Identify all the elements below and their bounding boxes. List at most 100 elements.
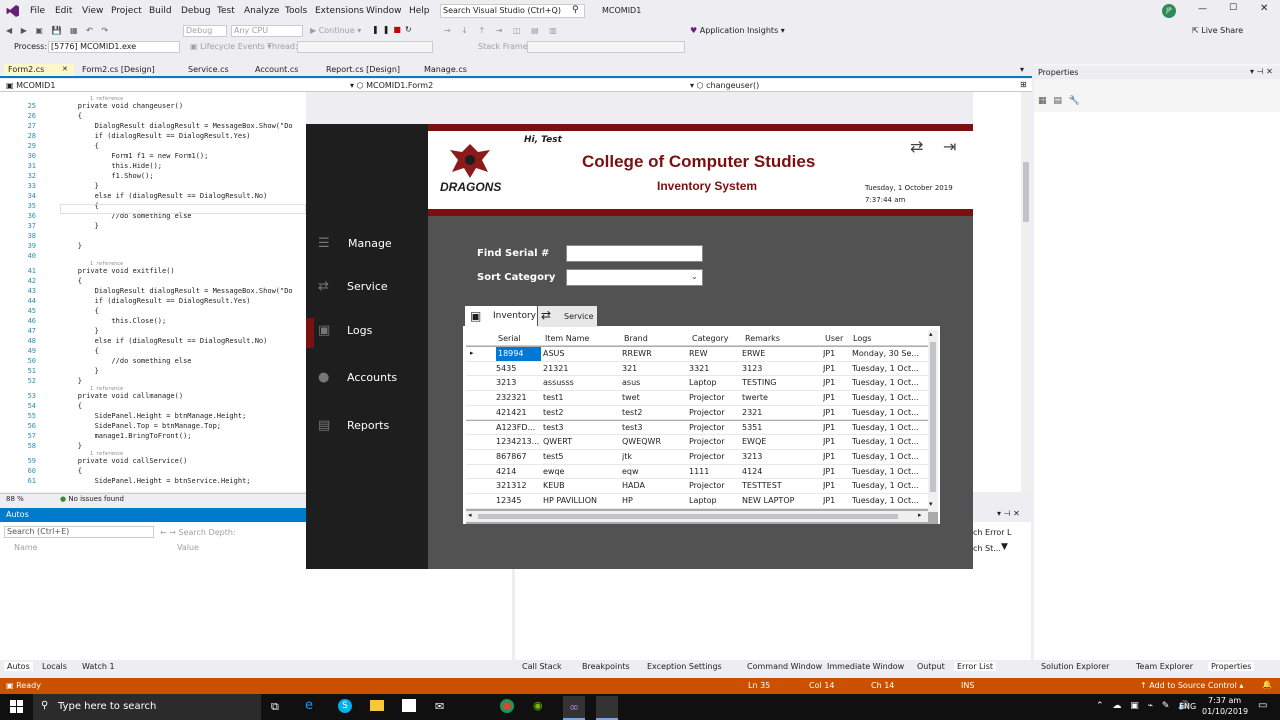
menu-file[interactable]: File [30, 6, 45, 16]
code-line[interactable]: if (dialogResult == DialogResult.Yes) [44, 131, 251, 141]
menu-build[interactable]: Build [149, 6, 172, 16]
clock-time[interactable]: 7:37 am [1208, 696, 1241, 705]
doc-tab-5[interactable]: Manage.cs [420, 64, 490, 76]
process-select[interactable]: [5776] MCOMID1.exe [48, 41, 180, 53]
code-line[interactable]: } [44, 326, 99, 336]
code-line[interactable]: private void callService() [44, 456, 188, 466]
lifecycle-events-button[interactable]: ▣ Lifecycle Events ▾ [190, 42, 271, 51]
properties-controls[interactable]: ▾ ⊣ ✕ [1250, 67, 1273, 76]
doc-tab-2[interactable]: Service.cs [184, 64, 246, 76]
platform-select[interactable]: Any CPU [231, 25, 303, 37]
bottom-tab-call-stack[interactable]: Call Stack [519, 662, 565, 671]
table-row[interactable]: ▸ 18994 ASUS RREWR REW ERWE JP1 Monday, 30 Se..… [466, 347, 930, 362]
tab-service[interactable]: ⇄ Service [538, 306, 597, 327]
code-line[interactable]: private void callmanage() [44, 391, 183, 401]
app-window-icon[interactable] [596, 696, 618, 720]
code-line[interactable]: { [44, 141, 99, 151]
bottom-tab-team-explorer[interactable]: Team Explorer [1133, 662, 1196, 671]
clock-date[interactable]: 01/10/2019 [1202, 707, 1248, 716]
code-line[interactable]: } [44, 366, 99, 376]
scroll-right-icon[interactable]: ▸ [918, 511, 922, 519]
autos-search-input[interactable]: Search (Ctrl+E) [4, 526, 154, 538]
app-insights-button[interactable]: ♥ Application Insights ▾ [690, 26, 785, 35]
grid-col-brand[interactable]: Brand [624, 334, 648, 343]
skype-icon[interactable]: S [338, 699, 352, 713]
bottom-tab-watch-1[interactable]: Watch 1 [79, 662, 118, 671]
find-serial-input[interactable] [566, 245, 703, 262]
code-line[interactable]: else if (dialogResult == DialogResult.No… [44, 336, 268, 346]
grid-col-remarks[interactable]: Remarks [745, 334, 780, 343]
menu-window[interactable]: Window [366, 6, 402, 16]
code-line[interactable]: } [44, 441, 82, 451]
scroll-down-icon[interactable]: ▾ [929, 500, 933, 508]
table-row[interactable]: 4214 ewqe eqw 1111 4124 JP1 Tuesday, 1 Oct... [466, 464, 930, 480]
scroll-thumb[interactable] [1023, 162, 1029, 222]
code-line[interactable]: Form1 f1 = new Form1(); [44, 151, 208, 161]
error-search-partial[interactable]: ch Error L [973, 528, 1012, 537]
mail-icon[interactable]: ✉ [435, 700, 444, 713]
table-row[interactable]: 12345 HP PAVILLION HP Laptop NEW LAPTOP JP1 Tu… [466, 494, 930, 509]
taskbar-search-box[interactable]: ⚲ Type here to search [33, 694, 261, 720]
doc-tab-1[interactable]: Form2.cs [Design] [78, 64, 178, 76]
table-row[interactable]: 232321 test1 twet Projector twerte JP1 Tuesday… [466, 391, 930, 406]
store-icon[interactable] [402, 699, 416, 712]
bottom-tab-immediate-window[interactable]: Immediate Window [824, 662, 907, 671]
table-row[interactable]: 421421 test2 test2 Projector 2321 JP1 Tuesday,… [466, 405, 930, 421]
sort-category-select[interactable]: ⌄ [566, 269, 703, 286]
code-line[interactable]: } [44, 241, 82, 251]
menu-analyze[interactable]: Analyze [244, 6, 279, 16]
code-line[interactable]: private void changeuser() [44, 101, 183, 111]
step-icons[interactable]: → ↓ ↑ ⇥ ◫ ▤ ▥ [444, 26, 561, 35]
restart-icon[interactable]: ↻ [405, 25, 416, 34]
stop-icon[interactable]: ■ [393, 25, 405, 34]
grid-hscroll-thumb[interactable] [478, 514, 898, 519]
nav-accounts[interactable]: ● Accounts [318, 370, 426, 386]
sort-dropdown-arrow[interactable]: ⌄ [691, 272, 698, 281]
scroll-up-icon[interactable]: ▴ [929, 330, 933, 338]
code-line[interactable]: { [44, 276, 82, 286]
language-indicator[interactable]: ENG [1179, 702, 1196, 711]
source-control-button[interactable]: ↑ Add to Source Control ▴ [1140, 681, 1243, 690]
filter-icon[interactable]: ▼ [1001, 542, 1008, 552]
code-line[interactable]: DialogResult dialogResult = MessageBox.S… [44, 121, 293, 131]
menu-debug[interactable]: Debug [181, 6, 211, 16]
doc-tab-4[interactable]: Report.cs [Design] [322, 64, 414, 76]
search-input[interactable]: Search Visual Studio (Ctrl+Q) [440, 4, 585, 18]
grid-col-serial[interactable]: Serial [498, 334, 521, 343]
nvidia-icon[interactable]: ◉ [533, 699, 543, 712]
bottom-tab-breakpoints[interactable]: Breakpoints [579, 662, 633, 671]
code-line[interactable]: //do something else [44, 356, 191, 366]
code-line[interactable]: f1.Show(); [44, 171, 153, 181]
continue-button[interactable]: ▶ Continue ▾ [310, 26, 361, 35]
thread-select[interactable] [297, 41, 433, 53]
split-icon[interactable]: ⊞ [1020, 80, 1027, 89]
code-line[interactable]: private void exitfile() [44, 266, 175, 276]
code-line[interactable]: if (dialogResult == DialogResult.Yes) [44, 296, 251, 306]
maximize-icon[interactable]: ☐ [1229, 3, 1237, 13]
grid-col-item-name[interactable]: Item Name [545, 334, 589, 343]
zoom-level[interactable]: 88 % [6, 495, 24, 503]
tab-close-icon[interactable]: ✕ [62, 65, 68, 73]
chrome-icon[interactable] [500, 699, 514, 713]
menu-edit[interactable]: Edit [55, 6, 72, 16]
menu-help[interactable]: Help [409, 6, 430, 16]
nav-service[interactable]: ⇄ Service [318, 279, 426, 295]
code-line[interactable]: manage1.BringToFront(); [44, 431, 192, 441]
menu-view[interactable]: View [82, 6, 103, 16]
code-line[interactable]: SidePanel.Height = btnService.Height; [44, 476, 251, 486]
table-row[interactable]: 5435 21321 321 3321 3123 JP1 Tuesday, 1 Oct... [466, 361, 930, 377]
doc-tab-3[interactable]: Account.cs [251, 64, 317, 76]
grid-vscroll-thumb[interactable] [930, 342, 936, 492]
code-editor[interactable]: 1 reference 25 private void changeuser() 2… [0, 92, 306, 492]
bottom-tab-exception-settings[interactable]: Exception Settings [644, 662, 725, 671]
notification-icon[interactable]: 🔔 [1262, 680, 1272, 689]
code-line[interactable]: { [44, 346, 99, 356]
code-line[interactable]: { [44, 111, 82, 121]
code-line[interactable]: SidePanel.Height = btnManage.Height; [44, 411, 247, 421]
code-line[interactable]: this.Close(); [44, 316, 166, 326]
menu-project[interactable]: Project [111, 6, 142, 16]
project-dropdown[interactable]: ▣ MCOMID1 [6, 81, 55, 90]
table-row[interactable]: 1234213... QWERT QWEQWR Projector EWQE JP1 Tue… [466, 435, 930, 450]
windows-start-icon[interactable] [10, 700, 24, 714]
minimize-icon[interactable]: — [1198, 4, 1207, 14]
